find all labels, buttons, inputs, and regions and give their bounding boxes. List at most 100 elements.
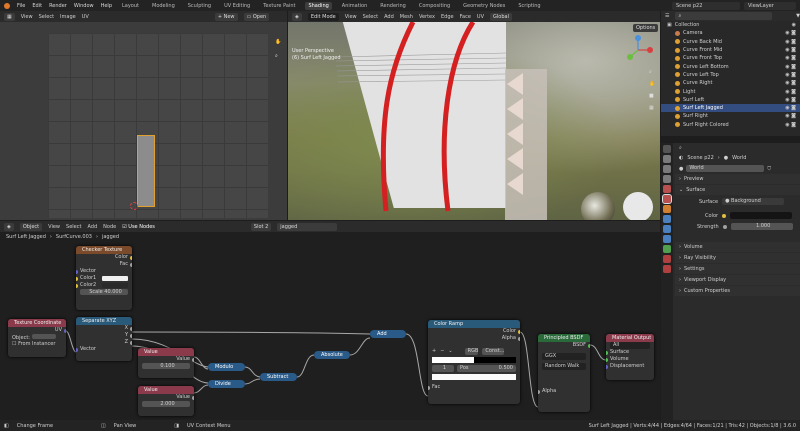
ramp-stop-color[interactable] [432, 374, 516, 380]
menu-render[interactable]: Render [49, 3, 67, 9]
texture-tab-icon[interactable] [663, 265, 671, 273]
visibility-icon[interactable]: ◉ ◙ [785, 89, 796, 95]
material-output-node[interactable]: Material Output All Surface Volume Displ… [606, 334, 654, 380]
vp-menu-edge[interactable]: Edge [441, 14, 454, 20]
visibility-icon[interactable]: ◉ ◙ [785, 39, 796, 45]
float-socket-icon[interactable] [538, 389, 540, 394]
subsurface-dropdown[interactable]: Random Walk [542, 363, 586, 370]
section-surface[interactable]: ⌄ Surface [675, 185, 800, 195]
add-stop-icon[interactable]: + [432, 348, 436, 355]
tool-tab-icon[interactable] [663, 145, 671, 153]
object-tab-icon[interactable] [663, 205, 671, 213]
hand-pan-icon[interactable]: ✋ [275, 39, 281, 45]
fac-socket-icon[interactable] [130, 262, 132, 267]
ramp-mode-dropdown[interactable]: RGB [464, 348, 479, 355]
vp-menu-add[interactable]: Add [384, 14, 394, 20]
remove-stop-icon[interactable]: − [440, 348, 444, 355]
vp-menu-vertex[interactable]: Vertex [419, 14, 435, 20]
uv-grid[interactable] [48, 33, 268, 218]
modulo-node[interactable]: Modulo [208, 363, 245, 371]
float-socket-icon[interactable] [518, 336, 520, 341]
tab-compositing[interactable]: Compositing [416, 2, 453, 10]
strength-field[interactable]: 1.000 [730, 223, 793, 230]
tab-geometry-nodes[interactable]: Geometry Nodes [460, 2, 508, 10]
options-button[interactable]: Options [633, 24, 659, 32]
surface-shader-selector[interactable]: ● Background [722, 198, 785, 205]
outliner-item-surf-left[interactable]: Surf Left ◉ ◙ [661, 96, 800, 104]
ramp-menu-icon[interactable]: ⌄ [448, 348, 452, 355]
outliner-item-curve-left-top[interactable]: Curve Left Top ◉ ◙ [661, 71, 800, 79]
vector-socket-icon[interactable] [76, 347, 78, 352]
uv-editor[interactable]: ▦ View Select Image UV + New ▭ Open ✋ ⌕ [0, 11, 287, 220]
visibility-icon[interactable]: ◉ ◙ [785, 113, 796, 119]
value-field[interactable]: 2.000 [142, 401, 190, 407]
color1-swatch[interactable] [102, 276, 128, 281]
float-socket-icon[interactable] [192, 357, 194, 362]
outliner-item-curve-right[interactable]: Curve Right ◉ ◙ [661, 79, 800, 87]
checker-texture-node[interactable]: Checker Texture Color Fac Vector Color1 … [76, 246, 132, 310]
properties-search-icon[interactable]: ⌕ [679, 145, 682, 151]
menu-file[interactable]: File [17, 3, 25, 9]
tab-scripting[interactable]: Scripting [515, 2, 543, 10]
outliner-item-curve-left-bottom[interactable]: Curve Left Bottom ◉ ◙ [661, 62, 800, 70]
tab-uv-editing[interactable]: UV Editing [221, 2, 253, 10]
uv-menu-select[interactable]: Select [39, 14, 54, 20]
shader-node-editor[interactable]: ◈ Object View Select Add Node ☑ Use Node… [0, 221, 660, 420]
3d-viewport[interactable]: ◈ Edit Mode View Select Add Mesh Vertex … [288, 11, 660, 220]
navigation-gizmo[interactable] [623, 35, 653, 65]
outliner-item-curve-front-top[interactable]: Curve Front Top ◉ ◙ [661, 54, 800, 62]
value-node-1[interactable]: Value Value 0.100 [138, 348, 194, 378]
object-picker[interactable] [31, 334, 56, 339]
ramp-pos-field[interactable]: Pos 0.500 [457, 365, 516, 372]
vp-menu-uv[interactable]: UV [477, 14, 484, 20]
ramp-index-field[interactable]: 1 [432, 365, 454, 372]
value-node-2[interactable]: Value Value 2.000 [138, 386, 194, 416]
outliner-item-light[interactable]: Light ◉ ◙ [661, 87, 800, 95]
absolute-node[interactable]: Absolute [314, 351, 350, 359]
material-tab-icon[interactable] [663, 255, 671, 263]
float-socket-icon[interactable] [192, 395, 194, 400]
fake-user-icon[interactable]: ⛉ [767, 166, 771, 172]
section-volume[interactable]: › Volume [675, 242, 800, 252]
vp-menu-select[interactable]: Select [363, 14, 378, 20]
render-tab-icon[interactable] [663, 155, 671, 163]
view-layer-selector[interactable]: ViewLayer [744, 2, 796, 10]
tab-layout[interactable]: Layout [119, 2, 142, 10]
shader-socket-icon[interactable] [606, 357, 608, 362]
visibility-icon[interactable]: ◉ ◙ [785, 80, 796, 86]
filter-icon[interactable]: ▼ [796, 13, 800, 19]
float-socket-icon[interactable] [130, 326, 132, 331]
menu-help[interactable]: Help [101, 3, 112, 9]
editor-type-icon[interactable]: ◈ [292, 12, 302, 21]
uv-menu-image[interactable]: Image [60, 14, 76, 20]
modifier-tab-icon[interactable] [663, 215, 671, 223]
vector-socket-icon[interactable] [64, 328, 66, 333]
outliner-search-input[interactable]: ⌕ [675, 12, 773, 20]
menu-window[interactable]: Window [74, 3, 94, 9]
visibility-icon[interactable]: ◉ ◙ [785, 64, 796, 70]
uv-island[interactable] [137, 135, 155, 207]
shader-socket-icon[interactable] [588, 343, 590, 348]
visibility-icon[interactable]: ◉ ◙ [785, 105, 796, 111]
grid-icon[interactable]: ▦ [649, 105, 654, 111]
zoom-icon[interactable]: ⌕ [649, 69, 652, 75]
distribution-dropdown[interactable]: GGX [542, 353, 586, 360]
section-ray-visibility[interactable]: › Ray Visibility [675, 253, 800, 263]
uv-menu-uv[interactable]: UV [82, 14, 89, 20]
world-name-field[interactable]: World [686, 165, 765, 172]
visibility-icon[interactable]: ◉ ◙ [785, 122, 796, 128]
section-preview[interactable]: › Preview [675, 174, 800, 184]
strength-socket-icon[interactable] [722, 224, 727, 229]
new-image-button[interactable]: + New [214, 12, 238, 21]
blender-logo-icon[interactable] [4, 2, 10, 9]
section-custom-properties[interactable]: › Custom Properties [675, 286, 800, 296]
outliner-item-curve-back-mid[interactable]: Curve Back Mid ◉ ◙ [661, 38, 800, 46]
menu-edit[interactable]: Edit [32, 3, 42, 9]
view-layer-tab-icon[interactable] [663, 175, 671, 183]
ramp-gradient[interactable] [432, 357, 516, 363]
visibility-icon[interactable]: ◉ ◙ [785, 55, 796, 61]
principled-bsdf-node[interactable]: Principled BSDF BSDF GGX Random Walk Alp… [538, 334, 590, 412]
output-tab-icon[interactable] [663, 165, 671, 173]
section-settings[interactable]: › Settings [675, 264, 800, 274]
color-ramp-node[interactable]: Color Ramp Color Alpha + − ⌄ RGB Const..… [428, 320, 520, 404]
